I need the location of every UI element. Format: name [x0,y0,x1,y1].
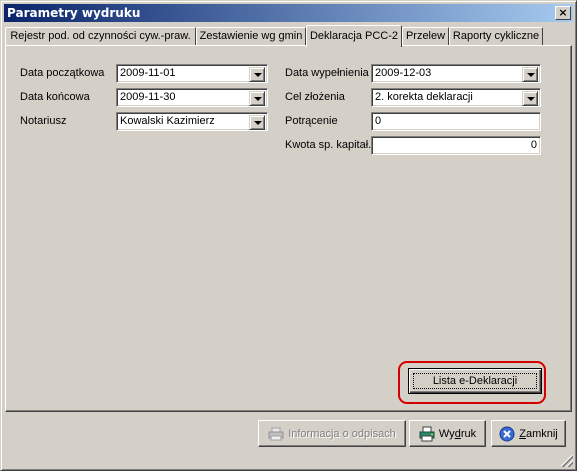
window-close-button[interactable]: × [555,6,571,20]
kwota-input[interactable]: 0 [371,136,541,155]
chevron-down-icon[interactable] [249,67,265,82]
tab-label: Rejestr pod. od czynności cyw.-praw. [10,30,191,42]
tab-label: Raporty cykliczne [452,30,540,42]
data-poczatkowa-value: 2009-11-01 [120,67,176,79]
potracenie-value: 0 [375,115,382,127]
tab-label: Zestawienie wg gmin [199,30,303,42]
data-koncowa-dropdown[interactable]: 2009-11-30 [116,88,268,107]
label-potracenie: Potrącenie [285,115,338,127]
cel-zlozenia-dropdown[interactable]: 2. korekta deklaracji [371,88,541,107]
tab-przelew[interactable]: Przelew [402,27,449,46]
tab-label: Deklaracja PCC-2 [309,30,399,42]
title-bar: Parametry wydruku × [4,4,573,22]
data-koncowa-value: 2009-11-30 [120,91,176,103]
label-data-poczatkowa: Data początkowa [20,67,105,79]
tab-raporty[interactable]: Raporty cykliczne [449,27,543,46]
wydruk-button-label: Wydruk [438,427,477,440]
informacja-button-label: Informacja o odpisach [288,427,396,440]
chevron-down-icon[interactable] [249,115,265,130]
resize-grip[interactable] [561,455,573,467]
kwota-value: 0 [530,139,537,151]
data-wypelnienia-value: 2009-12-03 [375,67,432,79]
label-notariusz: Notariusz [20,115,67,127]
tab-panel-deklaracja: Data początkowa 2009-11-01 Data końcowa … [5,45,572,412]
focus-ring [413,373,537,389]
label-kwota: Kwota sp. kapitał. [285,139,372,151]
wydruk-button[interactable]: Wydruk [409,420,486,447]
printer-icon [419,426,435,442]
close-circle-icon [499,426,515,442]
close-icon: × [558,6,568,19]
label-cel-zlozenia: Cel złożenia [285,91,345,103]
cel-zlozenia-value: 2. korekta deklaracji [375,91,473,103]
notariusz-value: Kowalski Kazimierz [120,115,215,127]
label-data-koncowa: Data końcowa [20,91,90,103]
tab-zestawienie[interactable]: Zestawienie wg gmin [196,27,306,46]
chevron-down-icon[interactable] [522,67,538,82]
informacja-o-odpisach-button[interactable]: Informacja o odpisach [258,420,406,447]
window-title: Parametry wydruku [7,6,141,20]
tab-rejestr[interactable]: Rejestr pod. od czynności cyw.-praw. [5,27,196,46]
notariusz-dropdown[interactable]: Kowalski Kazimierz [116,112,268,131]
tab-deklaracja[interactable]: Deklaracja PCC-2 [306,25,402,47]
data-poczatkowa-dropdown[interactable]: 2009-11-01 [116,64,268,83]
tab-label: Przelew [405,30,446,42]
print-parameters-dialog: Parametry wydruku × Rejestr pod. od czyn… [0,0,577,471]
data-wypelnienia-dropdown[interactable]: 2009-12-03 [371,64,541,83]
potracenie-input[interactable]: 0 [371,112,541,131]
chevron-down-icon[interactable] [522,91,538,106]
printer-disabled-icon [268,426,284,442]
zamknij-button-label: Zamknij [519,427,558,440]
chevron-down-icon[interactable] [249,91,265,106]
label-data-wypelnienia: Data wypełnienia [285,67,369,79]
lista-e-deklaracji-button[interactable]: Lista e-Deklaracji [408,368,542,394]
zamknij-button[interactable]: Zamknij [491,420,566,447]
